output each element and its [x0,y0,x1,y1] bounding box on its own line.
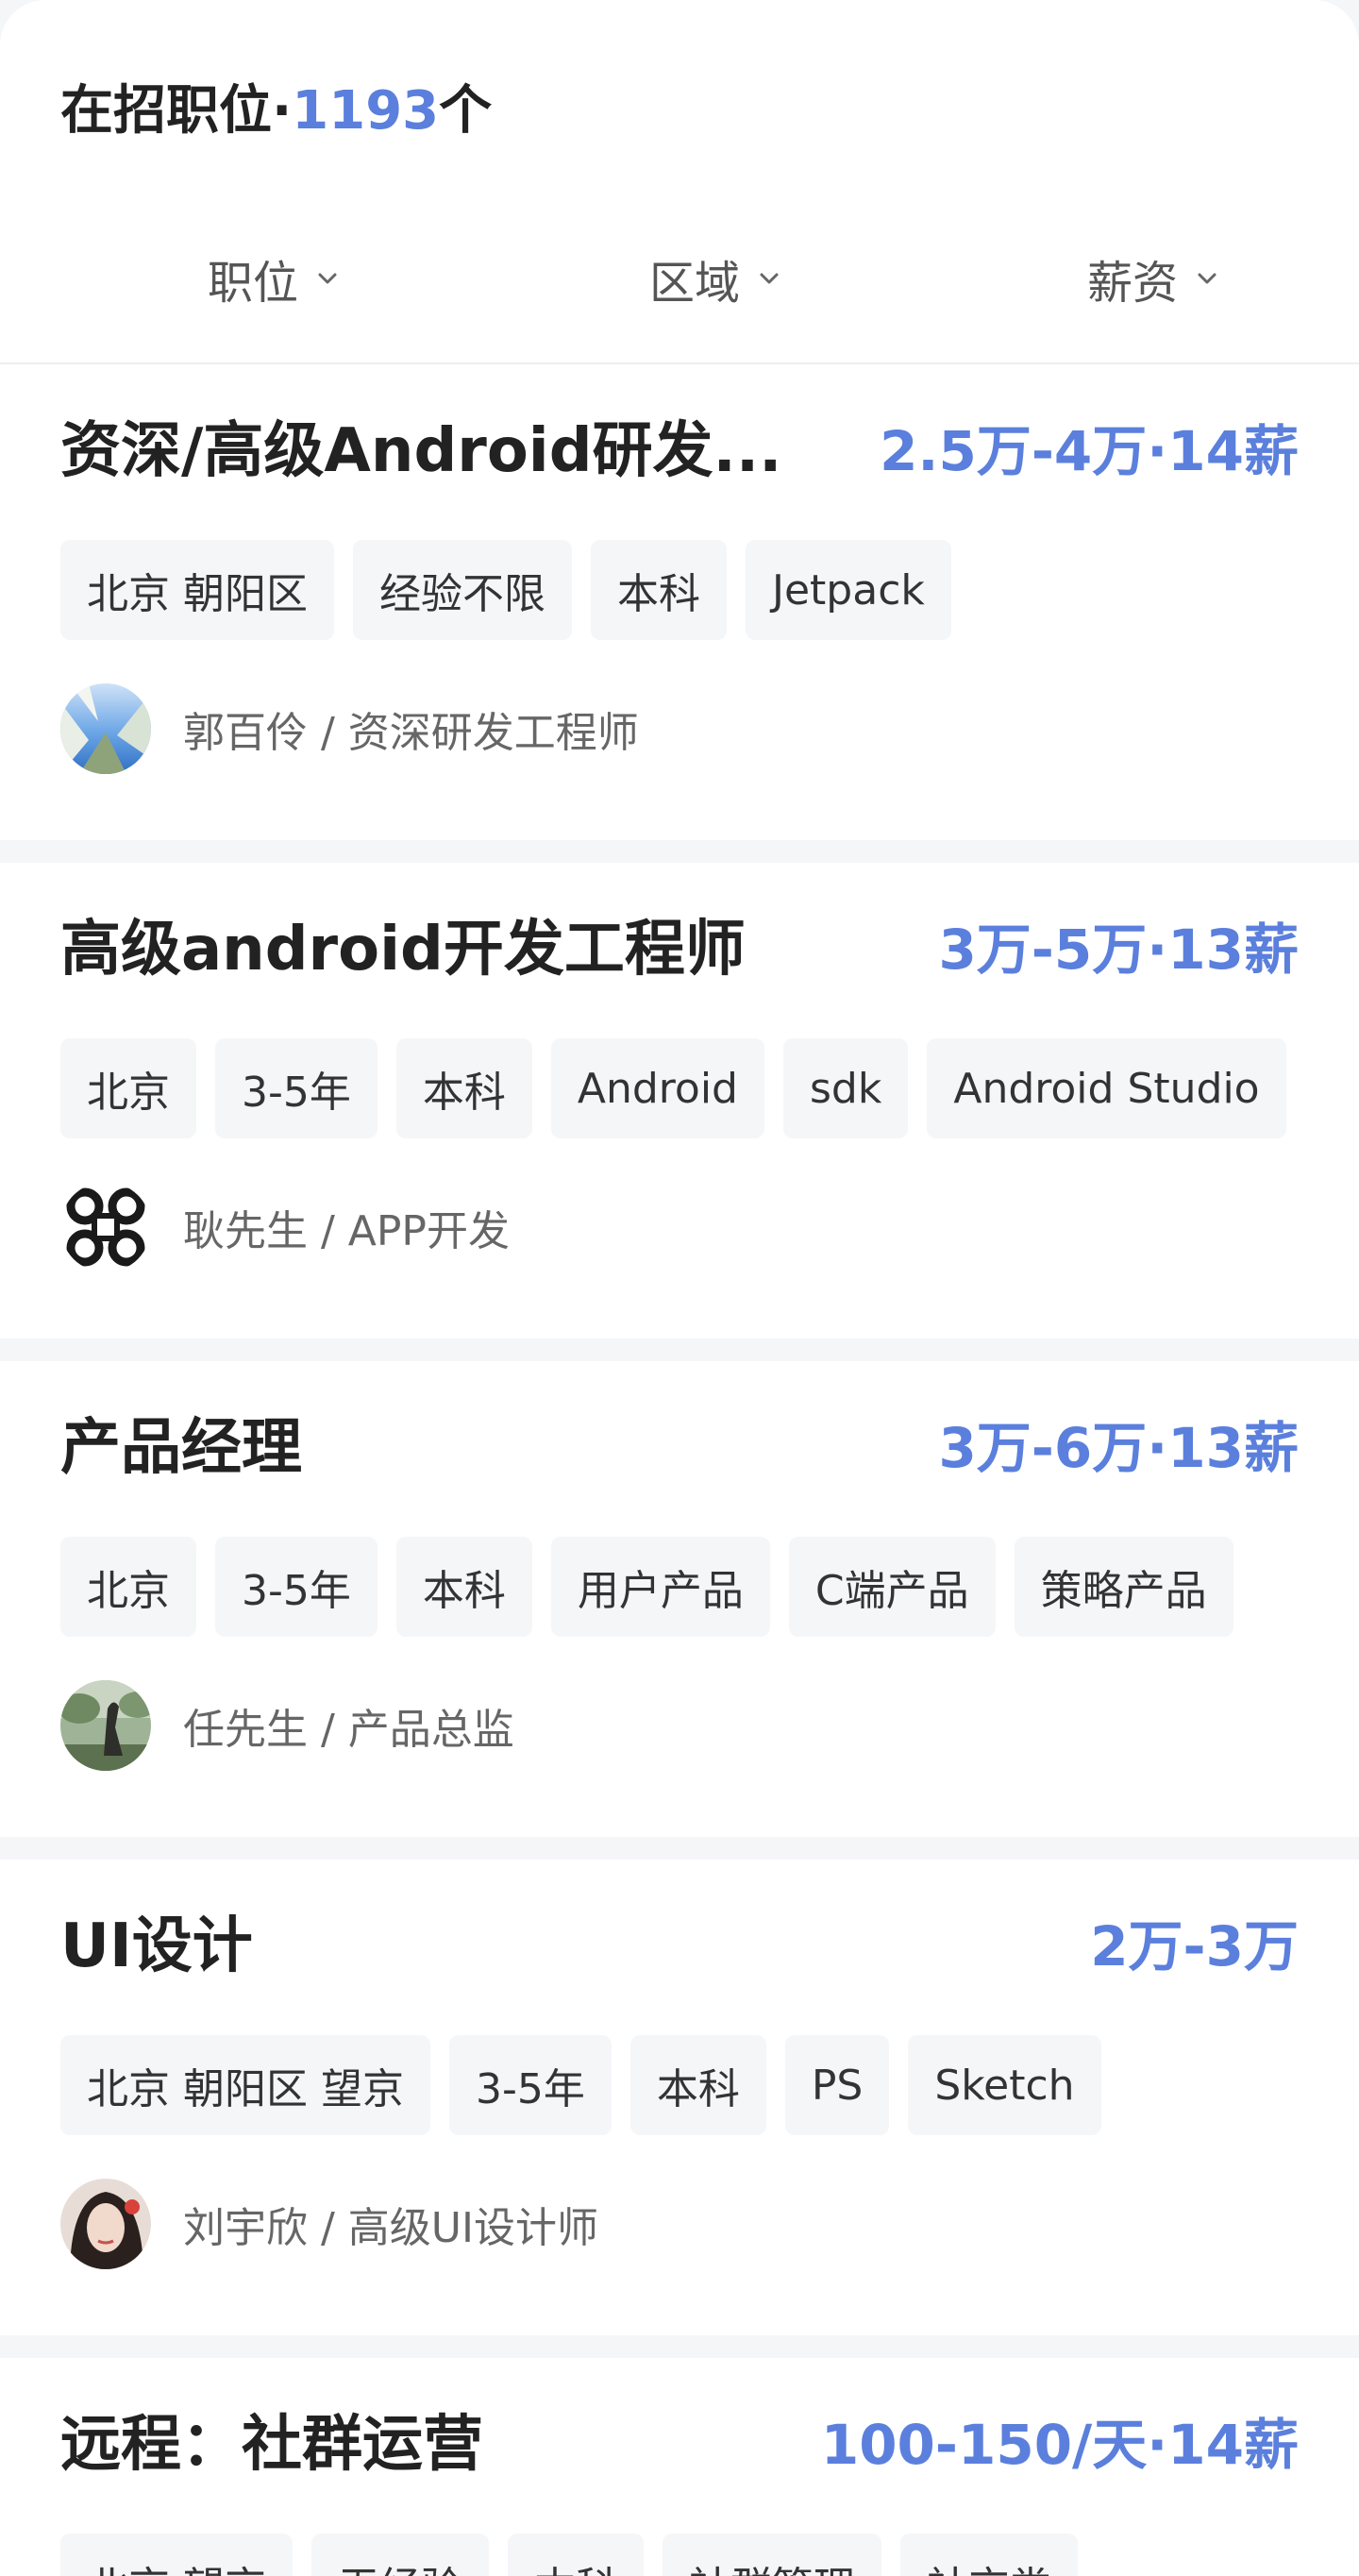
job-title: 产品经理 [60,1413,302,1483]
tag-skill: C端产品 [788,1537,996,1637]
job-salary: 2万-3万 [1090,1914,1299,1978]
job-card[interactable]: 产品经理 3万-6万·13薪 北京 3-5年 本科 用户产品 C端产品 策略产品 [0,1361,1359,1837]
avatar [60,2179,151,2269]
recruiter-name: 耿先生 / APP开发 [183,1207,510,1255]
tag-skill: 社交类 [900,2534,1078,2576]
job-title: 资深/高级Android研发... [60,416,782,486]
recruiter-name: 郭百伶 / 资深研发工程师 [183,709,639,757]
job-tags: 北京 3-5年 本科 用户产品 C端产品 策略产品 [60,1537,1233,1637]
tag-education: 本科 [629,2035,766,2135]
job-tags: 北京 朝阳区 经验不限 本科 Jetpack [60,540,951,640]
recruiter-info: 任先生 / 产品总监 [60,1680,514,1771]
tag-experience: 3-5年 [215,1038,378,1138]
filter-salary[interactable]: 薪资 [1087,245,1219,311]
tag-education: 本科 [508,2534,644,2576]
job-tags: 北京 3-5年 本科 Android sdk Android Studio [60,1038,1286,1138]
tag-experience: 经验不限 [353,540,572,640]
tag-education: 本科 [591,540,727,640]
tag-skill: Jetpack [746,540,951,640]
tag-skill: Android [550,1038,764,1138]
recruiter-info: 耿先生 / APP开发 [60,1182,510,1272]
tag-experience: 3-5年 [448,2035,612,2135]
recruiter-name: 刘宇欣 / 高级UI设计师 [183,2204,598,2252]
tag-location: 北京 朝阳区 望京 [60,2035,430,2135]
tag-skill: 用户产品 [550,1537,770,1637]
job-tags: 北京 朝阳区 望京 3-5年 本科 PS Sketch [60,2035,1101,2135]
filter-bar: 职位 区域 薪资 [0,245,1359,321]
tag-skill: 社群管理 [663,2534,881,2576]
tag-experience: 3-5年 [215,1537,378,1637]
job-salary: 100-150/天·14薪 [820,2413,1299,2477]
job-tags: 北京 望京 无经验 本科 社群管理 社交类 [60,2534,1078,2576]
tag-location: 北京 [60,1038,196,1138]
filter-salary-label: 薪资 [1087,257,1179,310]
portrait-photo-avatar [60,2179,151,2269]
tag-skill: PS [784,2035,890,2135]
tag-location: 北京 望京 [60,2534,293,2576]
title-prefix: 在招职位· [60,80,293,142]
job-card[interactable]: 资深/高级Android研发... 2.5万-4万·14薪 北京 朝阳区 经验不… [0,364,1359,840]
page-title: 在招职位·1193个 [60,76,492,147]
tag-experience: 无经验 [311,2534,489,2576]
job-salary: 3万-5万·13薪 [938,918,1299,982]
avatar [60,1680,151,1771]
filter-area-label: 区域 [649,257,741,310]
title-suffix: 个 [439,80,493,142]
tag-skill: 策略产品 [1014,1537,1233,1637]
job-count: 1193 [292,80,440,142]
recruiter-name: 任先生 / 产品总监 [183,1706,514,1754]
job-title: 高级android开发工程师 [60,915,746,985]
recruiter-info: 郭百伶 / 资深研发工程师 [60,683,639,774]
avatar [60,1182,151,1272]
job-list-sheet: 在招职位·1193个 职位 区域 薪资 资深/高级Android研发... 2.… [0,0,1359,2576]
list-header: 在招职位·1193个 职位 区域 薪资 [0,0,1359,364]
tag-skill: sdk [783,1038,909,1138]
job-title: 远程：社群运营 [60,2410,483,2480]
chevron-down-icon [760,273,779,284]
chevron-down-icon [1198,273,1216,284]
tag-education: 本科 [395,1038,532,1138]
job-title: UI设计 [60,1911,253,1981]
chevron-down-icon [318,273,337,284]
tag-location: 北京 [60,1537,196,1637]
filter-position[interactable]: 职位 [208,245,340,311]
tag-skill: Android Studio [927,1038,1286,1138]
job-card[interactable]: 远程：社群运营 100-150/天·14薪 北京 望京 无经验 本科 社群管理 … [0,2358,1359,2576]
filter-area[interactable]: 区域 [649,245,781,311]
sculpture-photo-avatar [60,1680,151,1771]
avatar [60,683,151,774]
job-salary: 2.5万-4万·14薪 [880,419,1299,483]
knot-logo-avatar [60,1182,151,1272]
tag-education: 本科 [395,1537,532,1637]
tag-location: 北京 朝阳区 [60,540,334,640]
job-card[interactable]: 高级android开发工程师 3万-5万·13薪 北京 3-5年 本科 Andr… [0,863,1359,1339]
recruiter-info: 刘宇欣 / 高级UI设计师 [60,2179,598,2269]
job-card[interactable]: UI设计 2万-3万 北京 朝阳区 望京 3-5年 本科 PS Sketch 刘… [0,1860,1359,2335]
filter-position-label: 职位 [208,257,299,310]
sky-photo-avatar [60,683,151,774]
tag-skill: Sketch [908,2035,1101,2135]
job-salary: 3万-6万·13薪 [938,1416,1299,1480]
